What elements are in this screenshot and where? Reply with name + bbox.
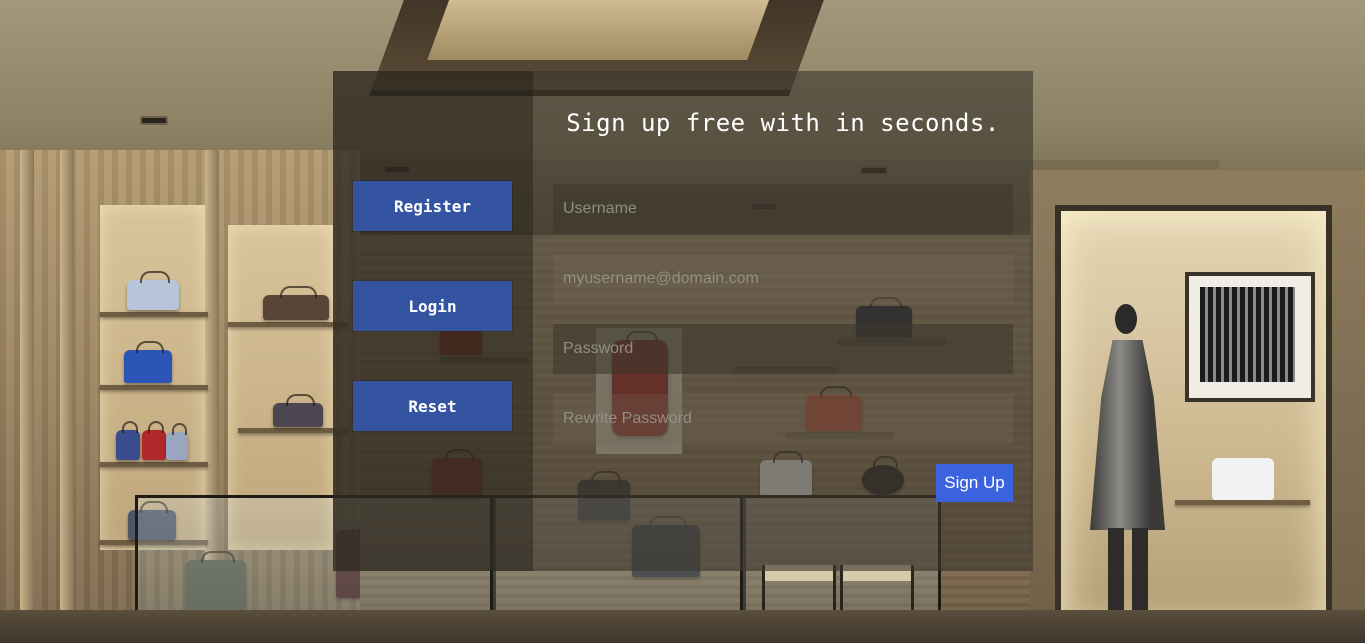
handbag bbox=[273, 394, 323, 427]
wall-pillar bbox=[20, 150, 34, 643]
sign-up-button[interactable]: Sign Up bbox=[936, 464, 1013, 502]
login-button[interactable]: Login bbox=[353, 281, 512, 331]
handbag bbox=[1212, 458, 1274, 500]
ceiling-light-glow bbox=[427, 0, 773, 60]
handbag bbox=[166, 423, 188, 460]
handbag bbox=[124, 341, 172, 383]
page-title: Sign up free with in seconds. bbox=[566, 109, 1000, 137]
panel-sidebar: Register Login Reset bbox=[333, 71, 533, 571]
display-shelf bbox=[100, 385, 208, 390]
framed-artwork-stripes bbox=[1200, 287, 1295, 382]
floor bbox=[0, 610, 1365, 643]
mannequin-display-window bbox=[1055, 205, 1332, 637]
handbag bbox=[116, 421, 140, 460]
display-shelf bbox=[228, 322, 348, 327]
register-button[interactable]: Register bbox=[353, 181, 512, 231]
display-shelf bbox=[1175, 500, 1310, 505]
display-shelf bbox=[238, 428, 348, 433]
email-field[interactable] bbox=[553, 254, 1013, 304]
password-field[interactable] bbox=[553, 324, 1013, 374]
ceiling-spotlight bbox=[140, 116, 168, 125]
handbag bbox=[142, 421, 166, 460]
mannequin-legs bbox=[1108, 528, 1148, 613]
wall-pillar bbox=[60, 150, 74, 643]
handbag bbox=[127, 271, 179, 310]
reset-button[interactable]: Reset bbox=[353, 381, 512, 431]
rewrite-password-field[interactable] bbox=[553, 394, 1013, 444]
mannequin-head bbox=[1115, 304, 1137, 334]
display-shelf bbox=[100, 462, 208, 467]
display-shelf bbox=[100, 312, 208, 317]
username-field[interactable] bbox=[553, 184, 1013, 234]
signup-panel: Register Login Reset Sign up free with i… bbox=[333, 71, 1033, 571]
handbag bbox=[263, 286, 329, 320]
